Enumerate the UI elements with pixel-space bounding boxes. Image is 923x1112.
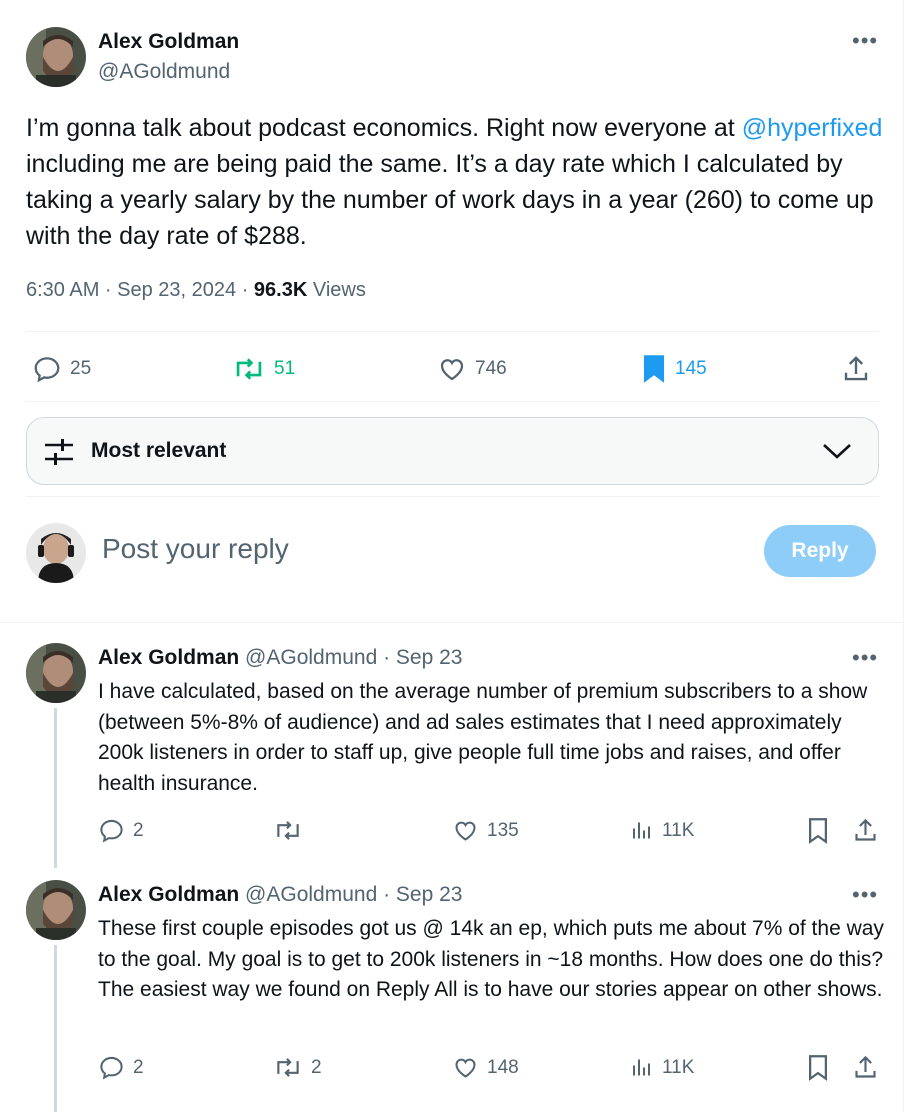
bookmark-icon <box>809 1055 827 1081</box>
views-button[interactable]: 11K <box>630 1054 694 1081</box>
bookmark-button[interactable] <box>806 817 830 844</box>
column-border <box>903 0 904 1112</box>
tweet-text-end: including me are being paid the same. It… <box>26 150 874 250</box>
reply-submit-button[interactable]: Reply <box>764 525 876 577</box>
repost-count: 51 <box>274 358 296 379</box>
views-icon <box>633 822 650 839</box>
bookmark-icon <box>809 818 827 844</box>
bookmark-count: 145 <box>675 358 707 379</box>
reply-author-handle[interactable]: @AGoldmund <box>245 646 377 669</box>
like-icon <box>455 1058 476 1078</box>
user-avatar[interactable] <box>26 523 86 583</box>
tweet-timestamp[interactable]: 6:30 AM · Sep 23, 2024 · <box>26 279 254 301</box>
like-button[interactable]: 148 <box>452 1054 519 1081</box>
reply-author-handle[interactable]: @AGoldmund <box>245 883 377 906</box>
bookmark-icon <box>644 355 664 383</box>
repost-button[interactable]: 51 <box>232 354 295 384</box>
more-icon[interactable]: ••• <box>852 645 878 671</box>
reply-author-name[interactable]: Alex Goldman <box>98 646 239 669</box>
more-icon[interactable]: ••• <box>852 28 878 54</box>
reply-input[interactable]: Post your reply <box>102 533 289 565</box>
reply-icon <box>34 357 60 383</box>
reply-button[interactable]: 2 <box>98 817 144 844</box>
sort-label: Most relevant <box>91 439 227 462</box>
author-handle[interactable]: @AGoldmund <box>98 60 230 84</box>
bookmark-button[interactable]: 145 <box>641 354 707 384</box>
tweet-meta: 6:30 AM · Sep 23, 2024 · 96.3K Views <box>26 279 366 302</box>
reply-avatar[interactable] <box>26 643 86 703</box>
views-count: 11K <box>662 1056 695 1078</box>
repost-count: 2 <box>311 1056 322 1078</box>
divider <box>0 622 903 623</box>
divider <box>26 496 879 497</box>
share-button[interactable] <box>852 817 879 844</box>
like-icon <box>455 821 476 841</box>
reply-date[interactable]: · Sep 23 <box>377 646 462 669</box>
reply-button[interactable]: 2 <box>98 1054 144 1081</box>
views-count: 96.3K <box>253 279 308 301</box>
like-button[interactable]: 135 <box>452 817 519 844</box>
reply-avatar[interactable] <box>26 880 86 940</box>
share-button[interactable] <box>852 1054 879 1081</box>
divider <box>26 401 879 402</box>
tweet-text: I’m gonna talk about podcast economics. … <box>26 110 886 254</box>
reply-icon <box>100 1056 123 1080</box>
like-count: 746 <box>475 358 507 379</box>
sort-icon <box>45 439 73 465</box>
reply-text: I have calculated, based on the average … <box>98 680 868 795</box>
views-label: Views <box>307 279 366 301</box>
share-icon <box>855 818 876 841</box>
reply-header: Alex Goldman @AGoldmund · Sep 23 <box>98 883 463 907</box>
repost-button[interactable]: 2 <box>273 1054 322 1081</box>
thread-connector <box>54 945 57 1112</box>
repost-icon <box>277 1058 299 1077</box>
reply-author-name[interactable]: Alex Goldman <box>98 883 239 906</box>
reply-count: 25 <box>70 358 92 379</box>
chevron-down-icon <box>823 444 851 459</box>
sort-dropdown[interactable]: Most relevant <box>26 417 879 485</box>
repost-icon <box>277 821 299 840</box>
reply-header: Alex Goldman @AGoldmund · Sep 23 <box>98 646 463 670</box>
reply-icon <box>100 819 123 843</box>
repost-icon <box>236 358 262 380</box>
mention-link[interactable]: @hyperfixed <box>742 114 883 142</box>
share-button[interactable] <box>841 354 871 384</box>
author-name[interactable]: Alex Goldman <box>98 30 239 54</box>
views-count: 11K <box>662 819 695 841</box>
views-button[interactable]: 11K <box>630 817 694 844</box>
share-icon <box>844 356 868 381</box>
reply-text: These first couple episodes got us @ 14k… <box>98 917 884 1001</box>
reply-count: 2 <box>133 1056 144 1078</box>
divider <box>26 331 879 332</box>
reply-date[interactable]: · Sep 23 <box>377 883 462 906</box>
share-icon <box>855 1055 876 1078</box>
tweet-text-start: I’m gonna talk about podcast economics. … <box>26 114 742 142</box>
tweet-page: Alex Goldman @AGoldmund ••• I’m gonna ta… <box>0 0 923 1112</box>
like-button[interactable]: 746 <box>437 354 507 384</box>
reply-button[interactable]: 25 <box>32 354 91 384</box>
like-icon <box>440 359 464 381</box>
like-count: 148 <box>487 1056 519 1078</box>
views-icon <box>633 1059 650 1076</box>
like-count: 135 <box>487 819 519 841</box>
thread-connector <box>54 708 57 868</box>
bookmark-button[interactable] <box>806 1054 830 1081</box>
reply-count: 2 <box>133 819 144 841</box>
repost-button[interactable] <box>273 817 311 844</box>
more-icon[interactable]: ••• <box>852 882 878 908</box>
author-avatar[interactable] <box>26 27 86 87</box>
